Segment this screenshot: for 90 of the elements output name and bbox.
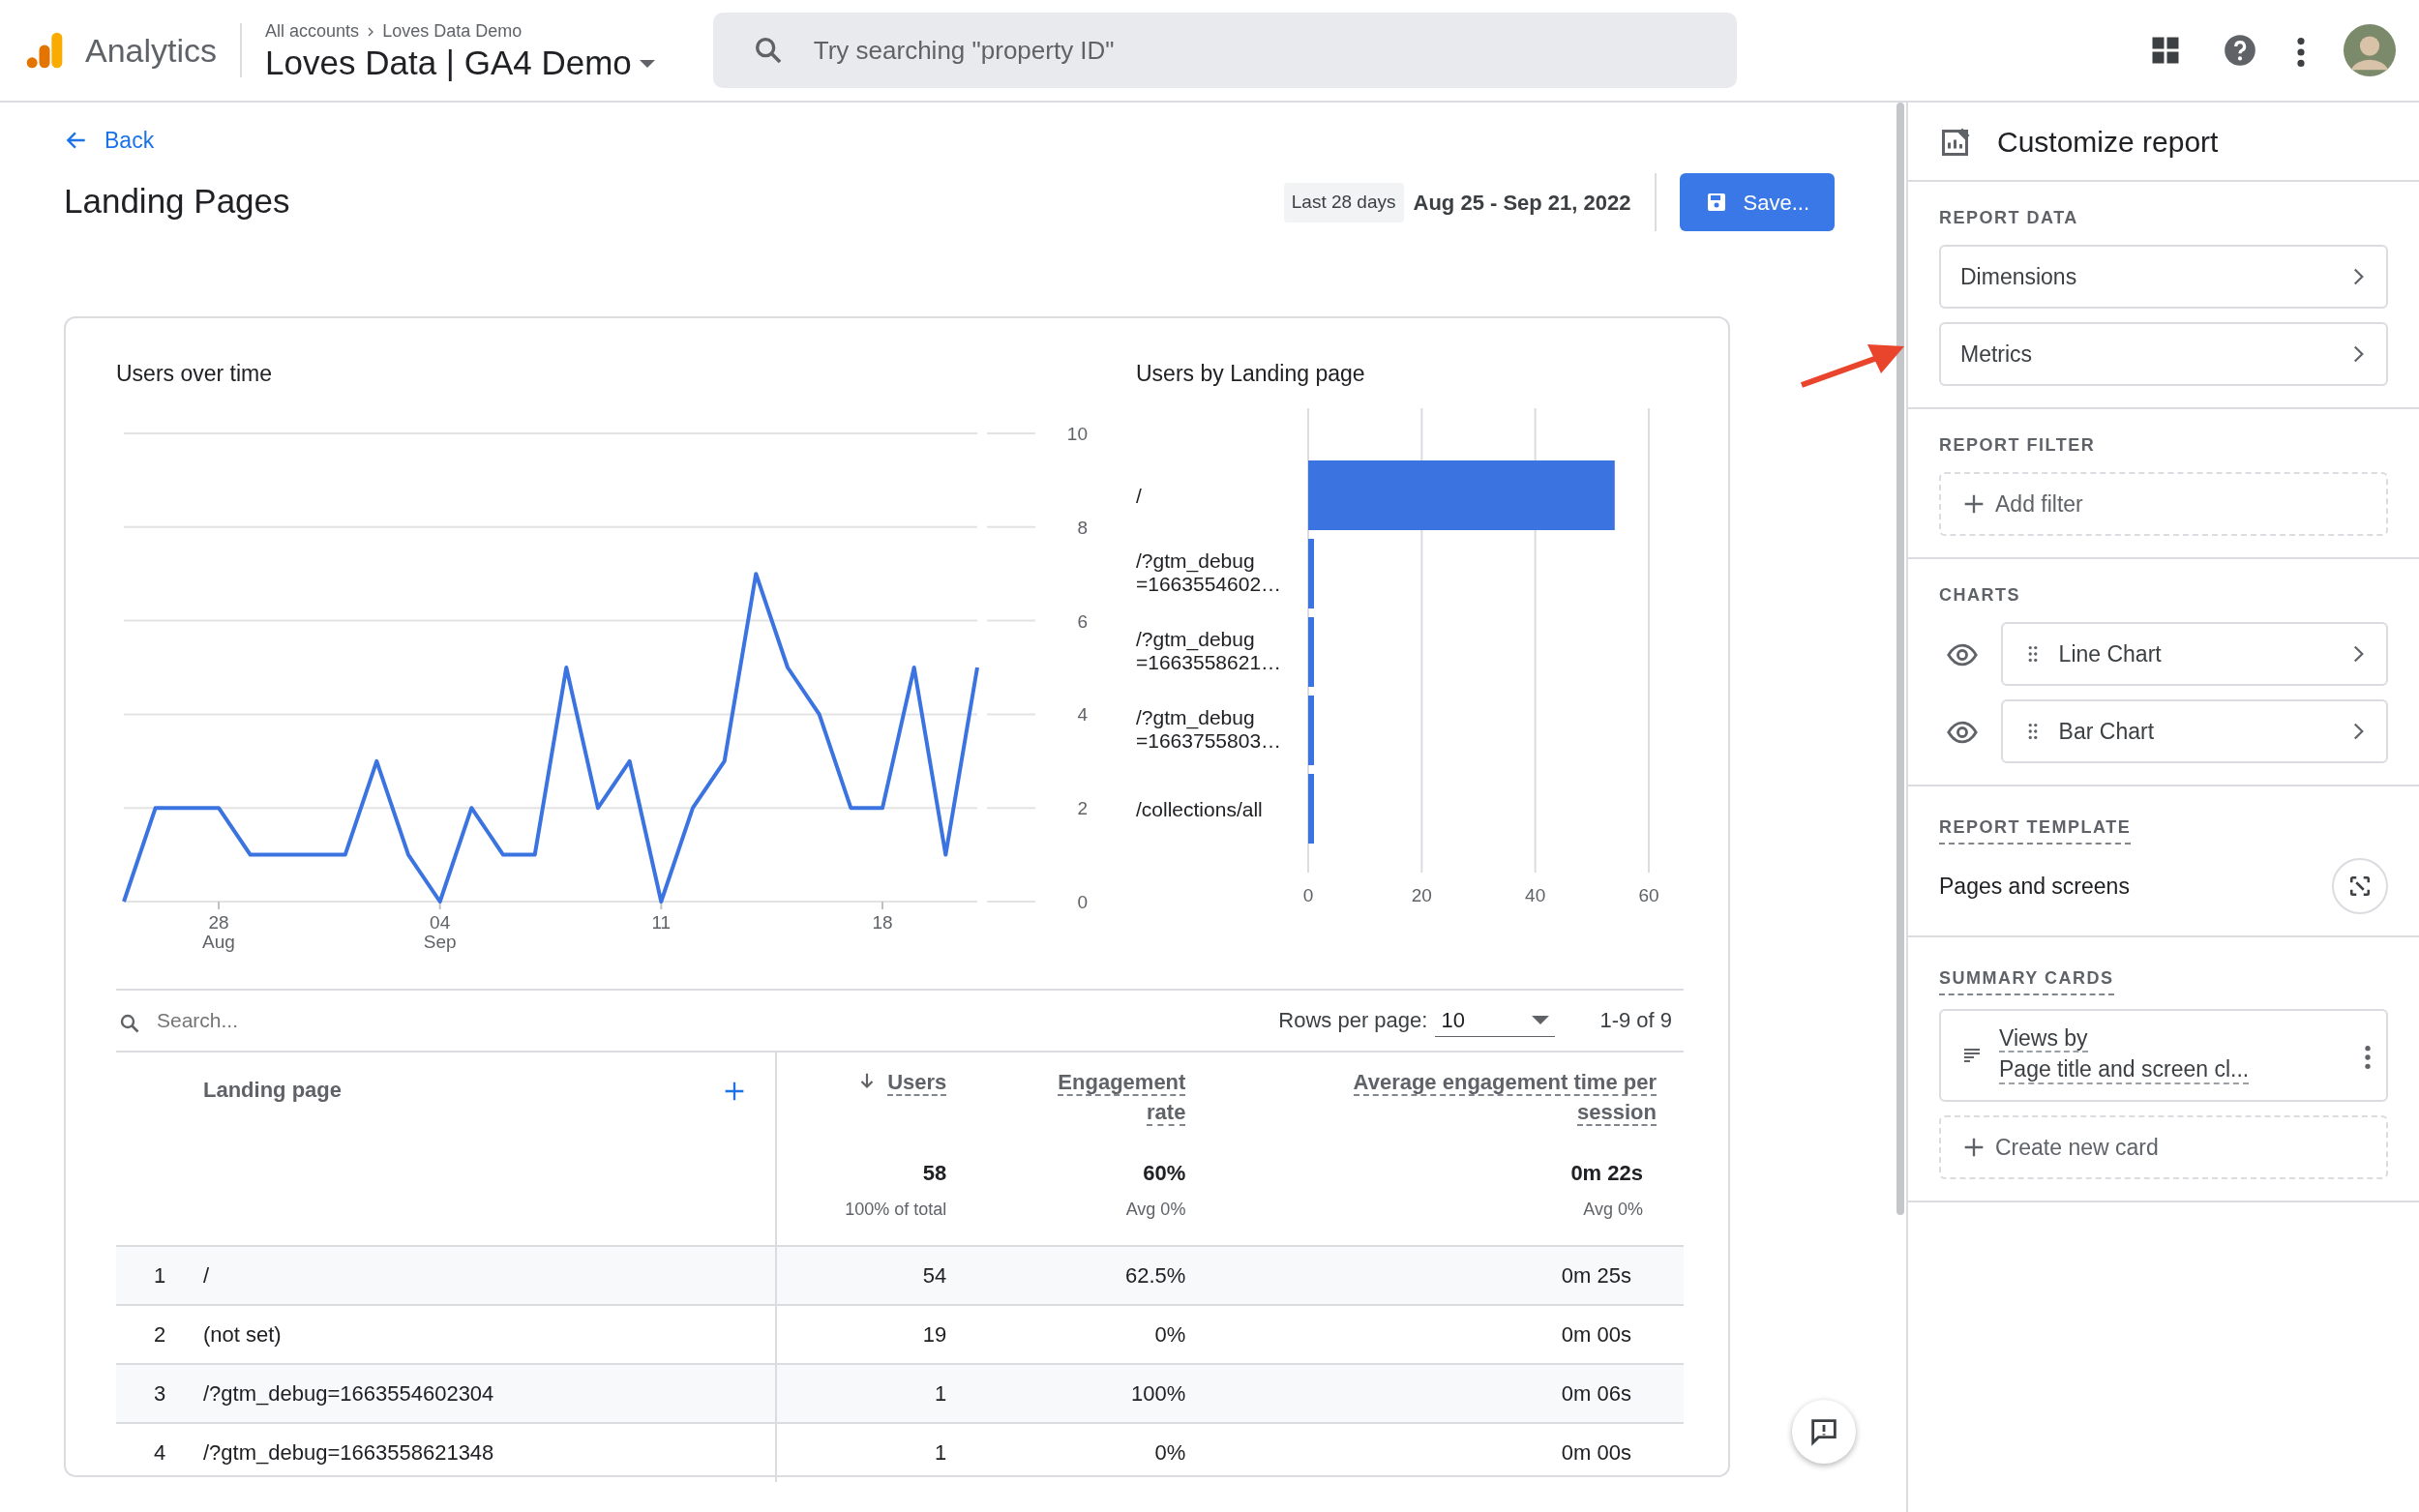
add-filter-button[interactable]: Add filter bbox=[1939, 472, 2388, 536]
column-header[interactable]: Average engagement time per session bbox=[1337, 1067, 1657, 1128]
unlink-template-button[interactable] bbox=[2332, 858, 2388, 914]
summary-card[interactable]: Views by Page title and screen cl... bbox=[1939, 1009, 2388, 1102]
table-cell: 0m 25s bbox=[1212, 1245, 1684, 1305]
total-value: 60% bbox=[1143, 1159, 1186, 1187]
section-heading: SUMMARY CARDS bbox=[1939, 965, 2114, 995]
column-header[interactable]: Landing page bbox=[203, 1073, 342, 1106]
help-button[interactable] bbox=[2222, 32, 2258, 69]
category-label: /collections/all bbox=[1136, 797, 1263, 820]
axis-label: 18 bbox=[872, 911, 893, 933]
axis-label: 2 bbox=[1077, 797, 1088, 818]
more-vertical-icon bbox=[2297, 37, 2305, 67]
product-name: Analytics bbox=[85, 30, 218, 71]
nav-item[interactable]: Dimensions bbox=[1939, 245, 2388, 309]
section-heading: REPORT DATA bbox=[1939, 207, 2079, 229]
category-label: / bbox=[1136, 484, 1142, 507]
category-label: /?gtm_debug =1663554602… bbox=[1136, 548, 1282, 595]
panel-title: Customize report bbox=[1997, 124, 2219, 160]
summary-card-metric: Views by bbox=[1999, 1026, 2088, 1053]
rows-per-page-select[interactable]: 10 bbox=[1435, 1003, 1556, 1037]
chart-item[interactable]: Line Chart bbox=[2000, 622, 2388, 686]
create-card-button[interactable]: Create new card bbox=[1939, 1115, 2388, 1179]
table-cell: 0% bbox=[973, 1422, 1213, 1482]
template-name: Pages and screens bbox=[1939, 872, 2130, 901]
table-cell: 0m 06s bbox=[1212, 1363, 1684, 1423]
search-field[interactable]: Try searching "property ID" bbox=[712, 13, 1737, 88]
axis-label: 60 bbox=[1638, 884, 1659, 905]
table-cell: /?gtm_debug=1663554602304 bbox=[203, 1363, 776, 1423]
axis-label: 0 bbox=[1077, 891, 1088, 912]
column-header[interactable]: Engagement rate bbox=[1050, 1067, 1186, 1128]
date-chip: Last 28 days bbox=[1283, 183, 1404, 222]
category-label: /?gtm_debug =1663755803… bbox=[1136, 705, 1282, 752]
total-value: 0m 22s bbox=[1570, 1159, 1643, 1187]
chart-title: Users over time bbox=[116, 360, 274, 389]
back-link[interactable]: Back bbox=[64, 124, 155, 158]
axis-label: 04 Sep bbox=[423, 911, 457, 952]
date-range[interactable]: Aug 25 - Sep 21, 2022 bbox=[1413, 186, 1631, 219]
table-cell: 0% bbox=[973, 1304, 1213, 1364]
table-cell: 19 bbox=[776, 1304, 974, 1364]
axis-label: 28 Aug bbox=[202, 911, 235, 952]
total-value: 58 bbox=[922, 1159, 947, 1187]
feedback-button[interactable] bbox=[1792, 1400, 1856, 1464]
axis-label: 20 bbox=[1411, 884, 1432, 905]
axis-label: 11 bbox=[651, 911, 672, 933]
section-heading: CHARTS bbox=[1939, 584, 2021, 607]
avatar-icon[interactable] bbox=[2344, 24, 2396, 76]
scrollbar-thumb[interactable] bbox=[1896, 103, 1904, 1215]
axis-label: 6 bbox=[1077, 610, 1088, 632]
table-cell: (not set) bbox=[203, 1304, 776, 1364]
table-cell: /?gtm_debug=1663558621348 bbox=[203, 1422, 776, 1482]
table-cell: 0m 00s bbox=[1212, 1304, 1684, 1364]
table-cell: 0m 00s bbox=[1212, 1422, 1684, 1482]
more-vertical-icon bbox=[2365, 1045, 2371, 1069]
property-selector[interactable]: Loves Data | GA4 Demo bbox=[265, 44, 655, 82]
caret-icon bbox=[1532, 1015, 1550, 1024]
section-heading: REPORT TEMPLATE bbox=[1939, 815, 2132, 845]
axis-label: 8 bbox=[1077, 517, 1088, 538]
axis-label: 10 bbox=[1066, 423, 1088, 444]
breadcrumb-link[interactable]: All accounts bbox=[265, 18, 360, 45]
nav-item[interactable]: Metrics bbox=[1939, 322, 2388, 386]
breadcrumb-link[interactable]: Loves Data Demo bbox=[382, 18, 523, 45]
total-note: 100% of total bbox=[845, 1198, 947, 1221]
page-title: Landing Pages bbox=[64, 181, 290, 222]
row-number: 1 bbox=[116, 1245, 203, 1305]
row-number: 3 bbox=[116, 1363, 203, 1423]
caret-icon bbox=[639, 59, 655, 68]
chart-item[interactable]: Bar Chart bbox=[2000, 699, 2388, 763]
axis-label: 4 bbox=[1077, 704, 1088, 726]
column-header[interactable]: Users bbox=[856, 1067, 947, 1098]
section-heading: REPORT FILTER bbox=[1939, 434, 2097, 457]
total-note: Avg 0% bbox=[1125, 1198, 1186, 1221]
chart-title: Users by Landing page bbox=[1136, 360, 1366, 389]
table-cell: 1 bbox=[776, 1363, 974, 1423]
total-note: Avg 0% bbox=[1583, 1198, 1643, 1221]
save-button[interactable]: Save... bbox=[1679, 173, 1835, 232]
table-cell: 62.5% bbox=[973, 1245, 1213, 1305]
row-number: 4 bbox=[116, 1422, 203, 1482]
pagination-range: 1-9 of 9 bbox=[1599, 1007, 1672, 1035]
category-label: /?gtm_debug =1663558621… bbox=[1136, 627, 1282, 673]
table-cell: / bbox=[203, 1245, 776, 1305]
row-number: 2 bbox=[116, 1304, 203, 1364]
axis-label: 0 bbox=[1302, 884, 1314, 905]
table-cell: 1 bbox=[776, 1422, 974, 1482]
summary-card-dimension: Page title and screen cl... bbox=[1999, 1056, 2250, 1084]
help-icon bbox=[2222, 32, 2258, 69]
rows-per-page-label: Rows per page: bbox=[1278, 1007, 1428, 1035]
table-cell: 54 bbox=[776, 1245, 974, 1305]
table-cell: 100% bbox=[973, 1363, 1213, 1423]
axis-label: 40 bbox=[1525, 884, 1546, 905]
